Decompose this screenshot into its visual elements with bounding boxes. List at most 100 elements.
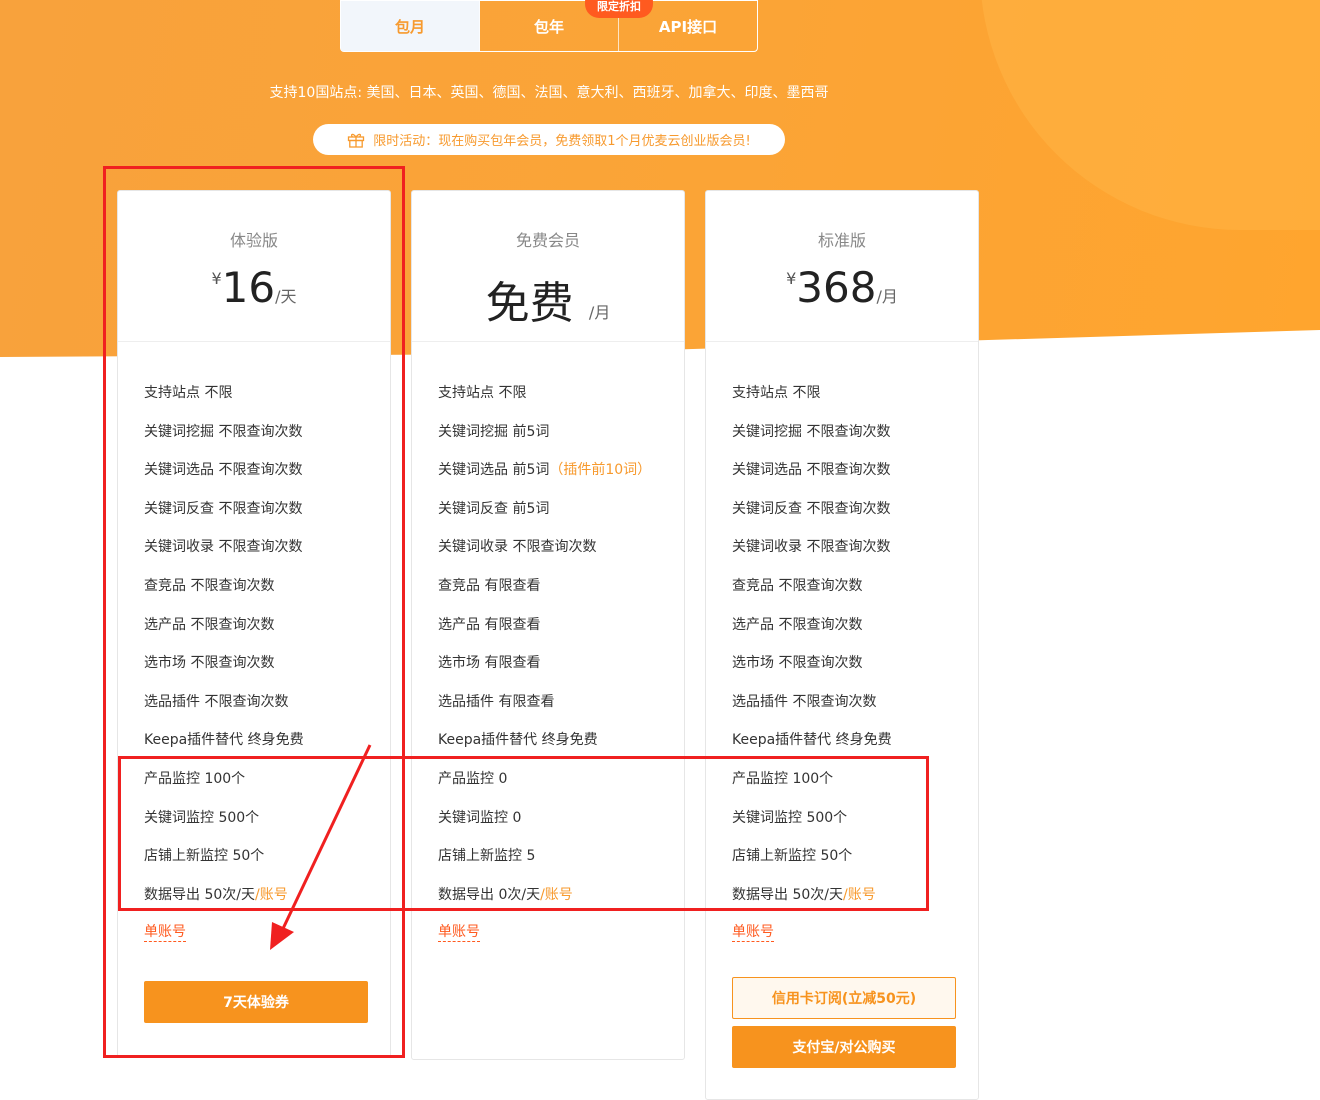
feature-item: 选产品 不限查询次数 — [144, 614, 390, 653]
feature-text: 选市场 不限查询次数 — [732, 655, 863, 672]
feature-item: Keepa插件替代 终身免费 — [144, 729, 390, 768]
feature-item: 数据导出 0次/天/账号 — [438, 884, 684, 923]
price-unit: /天 — [275, 287, 297, 306]
feature-list: 支持站点 不限关键词挖掘 不限查询次数 关键词选品 不限查询次数关键词反查 不限查… — [118, 342, 390, 922]
feature-text: 店铺上新监控 50个 — [732, 848, 853, 865]
discount-badge: 限定折扣 — [585, 0, 653, 18]
plan-header: 标准版 ¥368/月 — [706, 191, 978, 342]
plan-name: 标准版 — [817, 231, 866, 250]
feature-item: 关键词选品 前5词（插件前10词） — [438, 459, 684, 498]
trial-coupon-button[interactable]: 7天体验券 — [144, 981, 368, 1023]
feature-text: 选产品 不限查询次数 — [144, 616, 275, 633]
single-account-link[interactable]: 单账号 — [438, 923, 480, 942]
feature-highlight: （插件前10词） — [549, 462, 652, 479]
feature-item: 关键词收录 不限查询次数 — [144, 536, 390, 575]
feature-text: 店铺上新监控 50个 — [144, 848, 265, 865]
feature-text: 数据导出 50次/天 — [144, 886, 255, 903]
supported-sites: 支持10国站点: 美国、日本、英国、德国、法国、意大利、西班牙、加拿大、印度、墨… — [269, 85, 829, 101]
feature-item: Keepa插件替代 终身免费 — [438, 729, 684, 768]
feature-item: 关键词选品 不限查询次数 — [732, 459, 978, 498]
feature-text: 关键词挖掘 前5词 — [438, 423, 550, 440]
feature-text: 关键词反查 前5词 — [438, 500, 550, 517]
feature-item: 查竞品 有限查看 — [438, 575, 684, 614]
feature-item: 店铺上新监控 50个 — [144, 845, 390, 884]
feature-item: 产品监控 0 — [438, 768, 684, 807]
feature-item: 选品插件 有限查看 — [438, 691, 684, 730]
feature-item: 关键词选品 不限查询次数 — [144, 459, 390, 498]
plan-card-standard: 标准版 ¥368/月 支持站点 不限关键词挖掘 不限查询次数 关键词选品 不限查询… — [705, 190, 979, 1100]
feature-text: 查竞品 不限查询次数 — [732, 577, 863, 594]
feature-text: 选品插件 不限查询次数 — [144, 693, 289, 710]
feature-item: 店铺上新监控 5 — [438, 845, 684, 884]
feature-text: 选市场 不限查询次数 — [144, 655, 275, 672]
feature-text: 关键词选品 不限查询次数 — [144, 462, 303, 479]
feature-item: 关键词收录 不限查询次数 — [438, 536, 684, 575]
price-value: 免费 — [485, 278, 574, 329]
feature-item: 关键词反查 不限查询次数 — [144, 498, 390, 537]
feature-item: 店铺上新监控 50个 — [732, 845, 978, 884]
feature-item: 关键词反查 前5词 — [438, 498, 684, 537]
feature-item: 选产品 有限查看 — [438, 614, 684, 653]
feature-item: Keepa插件替代 终身免费 — [732, 729, 978, 768]
feature-text: 关键词反查 不限查询次数 — [732, 500, 891, 517]
promo-text: 限时活动：现在购买包年会员，免费领取1个月优麦云创业版会员! — [373, 134, 751, 149]
feature-item: 关键词监控 500个 — [732, 807, 978, 846]
feature-item: 选市场 不限查询次数 — [144, 652, 390, 691]
promo-banner[interactable]: 限时活动：现在购买包年会员，免费领取1个月优麦云创业版会员! — [313, 124, 785, 155]
feature-list: 支持站点 不限关键词挖掘 前5词关键词选品 前5词（插件前10词） 关键词反查 前… — [412, 342, 684, 922]
feature-item: 选产品 不限查询次数 — [732, 614, 978, 653]
plan-header: 免费会员 免费 /月 — [412, 191, 684, 342]
single-account-link[interactable]: 单账号 — [732, 923, 774, 942]
feature-text: 关键词挖掘 不限查询次数 — [144, 423, 303, 440]
plan-price: ¥368/月 — [706, 263, 978, 312]
feature-text: 产品监控 100个 — [144, 770, 246, 787]
feature-text: Keepa插件替代 终身免费 — [732, 732, 892, 749]
hero-decoration — [980, 0, 1320, 230]
feature-text: 选产品 不限查询次数 — [732, 616, 863, 633]
tab-monthly[interactable]: 包月 — [341, 1, 480, 51]
feature-text: 支持站点 不限 — [732, 385, 821, 401]
feature-text: 关键词监控 500个 — [732, 809, 848, 826]
plan-card-trial: 体验版 ¥16/天 支持站点 不限关键词挖掘 不限查询次数 关键词选品 不限查询次… — [117, 190, 391, 1058]
feature-text: 查竞品 有限查看 — [438, 577, 541, 594]
feature-item: 关键词监控 0 — [438, 807, 684, 846]
feature-text: 关键词收录 不限查询次数 — [144, 539, 303, 556]
plan-name: 体验版 — [229, 231, 278, 250]
feature-text: 关键词监控 0 — [438, 809, 522, 826]
plan-header: 体验版 ¥16/天 — [118, 191, 390, 342]
feature-text: 关键词监控 500个 — [144, 809, 260, 826]
gift-icon — [348, 133, 365, 148]
feature-text: 选市场 有限查看 — [438, 655, 541, 672]
feature-item: 产品监控 100个 — [732, 768, 978, 807]
feature-item: 支持站点 不限 — [732, 382, 978, 421]
currency-symbol: ¥ — [211, 269, 222, 288]
alipay-purchase-button[interactable]: 支付宝/对公购买 — [732, 1026, 956, 1068]
feature-text: 产品监控 100个 — [732, 770, 834, 787]
feature-item: 支持站点 不限 — [438, 382, 684, 421]
credit-card-subscribe-button[interactable]: 信用卡订阅(立减50元) — [732, 977, 956, 1019]
feature-item: 关键词挖掘 不限查询次数 — [732, 421, 978, 460]
single-account-link[interactable]: 单账号 — [144, 923, 186, 942]
price-value: 16 — [221, 263, 276, 312]
feature-item: 关键词挖掘 前5词 — [438, 421, 684, 460]
feature-highlight: /账号 — [540, 886, 573, 903]
feature-item: 数据导出 50次/天/账号 — [732, 884, 978, 923]
feature-text: 数据导出 0次/天 — [438, 886, 541, 903]
feature-text: 店铺上新监控 5 — [438, 848, 536, 865]
feature-item: 关键词收录 不限查询次数 — [732, 536, 978, 575]
feature-text: 选品插件 不限查询次数 — [732, 693, 877, 710]
feature-text: Keepa插件替代 终身免费 — [438, 732, 598, 749]
feature-text: 支持站点 不限 — [438, 385, 527, 401]
billing-tabs: 包月 包年 API接口 — [340, 0, 758, 52]
feature-item: 选市场 有限查看 — [438, 652, 684, 691]
plan-card-free: 免费会员 免费 /月 支持站点 不限关键词挖掘 前5词关键词选品 前5词（插件前… — [411, 190, 685, 1060]
feature-item: 关键词监控 500个 — [144, 807, 390, 846]
feature-item: 查竞品 不限查询次数 — [144, 575, 390, 614]
feature-item: 选市场 不限查询次数 — [732, 652, 978, 691]
plan-name: 免费会员 — [515, 231, 580, 250]
feature-text: 支持站点 不限 — [144, 385, 233, 401]
feature-item: 选品插件 不限查询次数 — [144, 691, 390, 730]
feature-item: 查竞品 不限查询次数 — [732, 575, 978, 614]
feature-item: 产品监控 100个 — [144, 768, 390, 807]
currency-symbol: ¥ — [786, 269, 797, 288]
